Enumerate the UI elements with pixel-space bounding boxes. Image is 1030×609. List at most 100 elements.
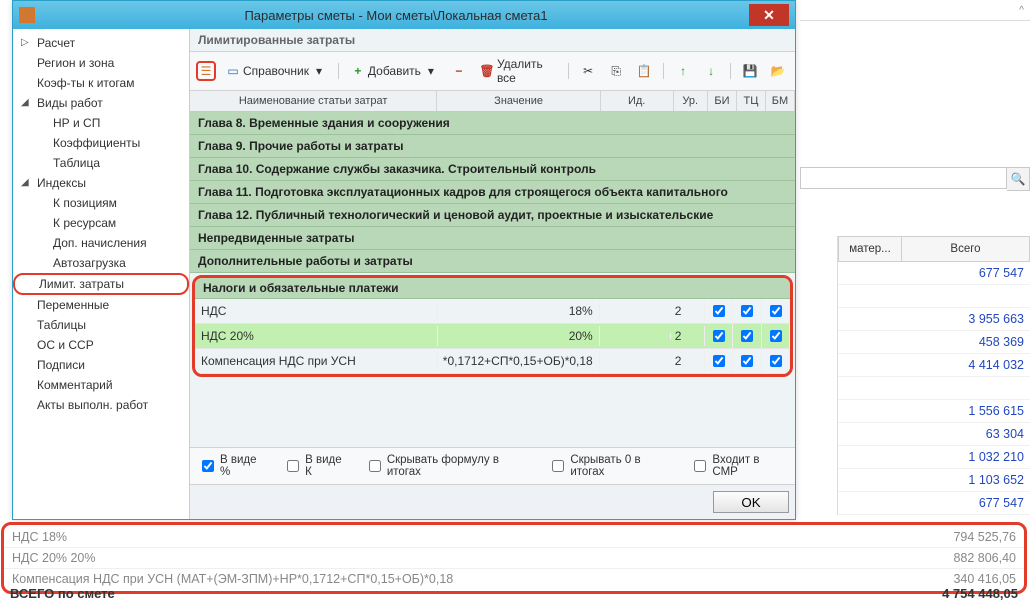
tree-item[interactable]: ▷Расчет bbox=[13, 33, 189, 53]
remove-button[interactable]: − bbox=[448, 62, 470, 80]
tree-item[interactable]: Комментарий bbox=[13, 375, 189, 395]
tax-tc-cb[interactable] bbox=[741, 330, 753, 342]
opt-hide-formula[interactable]: Скрывать формулу в итогах bbox=[365, 454, 535, 478]
opt-as-percent-cb[interactable] bbox=[202, 460, 214, 472]
col-id: Ид. bbox=[601, 91, 674, 111]
opt-hide-zero[interactable]: Скрывать 0 в итогах bbox=[548, 454, 676, 478]
totals-row: 1 103 652 bbox=[838, 469, 1030, 492]
chapter-row[interactable]: Глава 10. Содержание службы заказчика. С… bbox=[190, 158, 795, 181]
paste-button[interactable]: 📋 bbox=[633, 62, 655, 80]
dialog-buttons: OK bbox=[190, 484, 795, 519]
summary-row: НДС 20% 20%882 806,40 bbox=[4, 548, 1024, 569]
ok-button[interactable]: OK bbox=[713, 491, 789, 513]
save-button[interactable]: 💾 bbox=[739, 62, 761, 80]
opt-hide-formula-cb[interactable] bbox=[369, 460, 381, 472]
tax-value: 18% bbox=[438, 301, 600, 321]
opt-as-coef[interactable]: В виде К bbox=[283, 454, 351, 478]
opt-as-coef-cb[interactable] bbox=[287, 460, 299, 472]
separator bbox=[568, 63, 569, 79]
opt-in-smr[interactable]: Входит в СМР bbox=[690, 454, 787, 478]
tree-item[interactable]: Акты выполн. работ bbox=[13, 395, 189, 415]
tax-tc-cb[interactable] bbox=[741, 355, 753, 367]
chapter-row[interactable]: Непредвиденные затраты bbox=[190, 227, 795, 250]
tax-bi-cb[interactable] bbox=[713, 330, 725, 342]
separator bbox=[663, 63, 664, 79]
delete-all-button[interactable]: 🗑Удалить все bbox=[476, 55, 560, 87]
search-input[interactable] bbox=[800, 167, 1007, 189]
tax-row[interactable]: НДС 20%20%2 bbox=[195, 324, 790, 349]
add-button[interactable]: +Добавить▾ bbox=[347, 62, 442, 80]
content-pane: Лимитированные затраты ☰ ▭Справочник▾ +Д… bbox=[190, 29, 795, 519]
tree-item-label: Коэф-ты к итогам bbox=[37, 76, 134, 90]
summary-label: НДС 18% bbox=[12, 530, 906, 544]
tree-item[interactable]: Регион и зона bbox=[13, 53, 189, 73]
tax-row[interactable]: НДС18%2 bbox=[195, 299, 790, 324]
cut-button[interactable]: ✂ bbox=[577, 62, 599, 80]
footer-options: В виде % В виде К Скрывать формулу в ито… bbox=[190, 447, 795, 484]
opt-as-percent[interactable]: В виде % bbox=[198, 454, 269, 478]
chevron-down-icon: ▾ bbox=[424, 64, 438, 78]
save-icon: 💾 bbox=[743, 64, 757, 78]
tree-item[interactable]: Доп. начисления bbox=[13, 233, 189, 253]
tree-item[interactable]: К позициям bbox=[13, 193, 189, 213]
tax-name: Компенсация НДС при УСН bbox=[195, 351, 438, 371]
close-button[interactable]: ✕ bbox=[749, 4, 789, 26]
totals-row: 1 032 210 bbox=[838, 446, 1030, 469]
tree-twisty-icon bbox=[21, 57, 31, 67]
tree-item[interactable]: Коэф-ты к итогам bbox=[13, 73, 189, 93]
opt-hide-zero-cb[interactable] bbox=[552, 460, 564, 472]
tax-bm-cb[interactable] bbox=[770, 305, 782, 317]
tree-item[interactable]: Автозагрузка bbox=[13, 253, 189, 273]
tree-twisty-icon bbox=[21, 379, 31, 389]
copy-icon: ⎘ bbox=[609, 64, 623, 78]
tree-twisty-icon: ◢ bbox=[21, 97, 31, 107]
tax-bi-cb[interactable] bbox=[713, 305, 725, 317]
tax-row[interactable]: Компенсация НДС при УСН*0,1712+СП*0,15+О… bbox=[195, 349, 790, 374]
chapter-row[interactable]: Глава 8. Временные здания и сооружения bbox=[190, 112, 795, 135]
chapter-row[interactable]: Глава 11. Подготовка эксплуатационных ка… bbox=[190, 181, 795, 204]
tree-item[interactable]: Подписи bbox=[13, 355, 189, 375]
tree-item[interactable]: ◢Виды работ bbox=[13, 93, 189, 113]
opt-in-smr-cb[interactable] bbox=[694, 460, 706, 472]
grand-label: ВСЕГО по смете bbox=[10, 586, 942, 601]
col-ur: Ур. bbox=[674, 91, 708, 111]
tax-value: *0,1712+СП*0,15+ОБ)*0,18 bbox=[438, 351, 600, 371]
tree-item[interactable]: Переменные bbox=[13, 295, 189, 315]
chapter-row[interactable]: Дополнительные работы и затраты bbox=[190, 250, 795, 273]
tree-item[interactable]: Таблицы bbox=[13, 315, 189, 335]
tax-bm-cb[interactable] bbox=[770, 355, 782, 367]
tree-item[interactable]: Лимит. затраты bbox=[13, 273, 189, 295]
chapter-row[interactable]: Глава 12. Публичный технологический и це… bbox=[190, 204, 795, 227]
tree-item-label: Таблица bbox=[53, 156, 100, 170]
tree-item-label: НР и СП bbox=[53, 116, 100, 130]
tree-twisty-icon: ◢ bbox=[21, 177, 31, 187]
tax-bi bbox=[705, 349, 733, 373]
totals-row: 677 547 bbox=[838, 492, 1030, 515]
highlighted-tool-button[interactable]: ☰ bbox=[196, 61, 216, 81]
tree-twisty-icon bbox=[23, 279, 33, 289]
tree-item-label: Переменные bbox=[37, 298, 109, 312]
summary-row: НДС 18%794 525,76 bbox=[4, 527, 1024, 548]
move-up-button[interactable]: ↑ bbox=[672, 62, 694, 80]
totals-row: 458 369 bbox=[838, 331, 1030, 354]
chapter-row[interactable]: Глава 9. Прочие работы и затраты bbox=[190, 135, 795, 158]
tax-bm-cb[interactable] bbox=[770, 330, 782, 342]
tax-tc-cb[interactable] bbox=[741, 305, 753, 317]
tax-level: 2 bbox=[671, 351, 705, 371]
reference-button[interactable]: ▭Справочник▾ bbox=[222, 62, 330, 80]
tree-item[interactable]: Таблица bbox=[13, 153, 189, 173]
tree-item[interactable]: Коэффициенты bbox=[13, 133, 189, 153]
tree-item[interactable]: ОС и ССР bbox=[13, 335, 189, 355]
tax-bm bbox=[762, 324, 790, 348]
tree-twisty-icon bbox=[21, 399, 31, 409]
minus-icon: − bbox=[452, 64, 466, 78]
copy-button[interactable]: ⎘ bbox=[605, 62, 627, 80]
tree-item[interactable]: ◢Индексы bbox=[13, 173, 189, 193]
tree-item[interactable]: К ресурсам bbox=[13, 213, 189, 233]
open-button[interactable]: 📂 bbox=[767, 62, 789, 80]
search-button[interactable]: 🔍 bbox=[1007, 167, 1030, 191]
move-down-button[interactable]: ↓ bbox=[700, 62, 722, 80]
tax-level: 2 bbox=[671, 301, 705, 321]
tax-bi-cb[interactable] bbox=[713, 355, 725, 367]
tree-item[interactable]: НР и СП bbox=[13, 113, 189, 133]
